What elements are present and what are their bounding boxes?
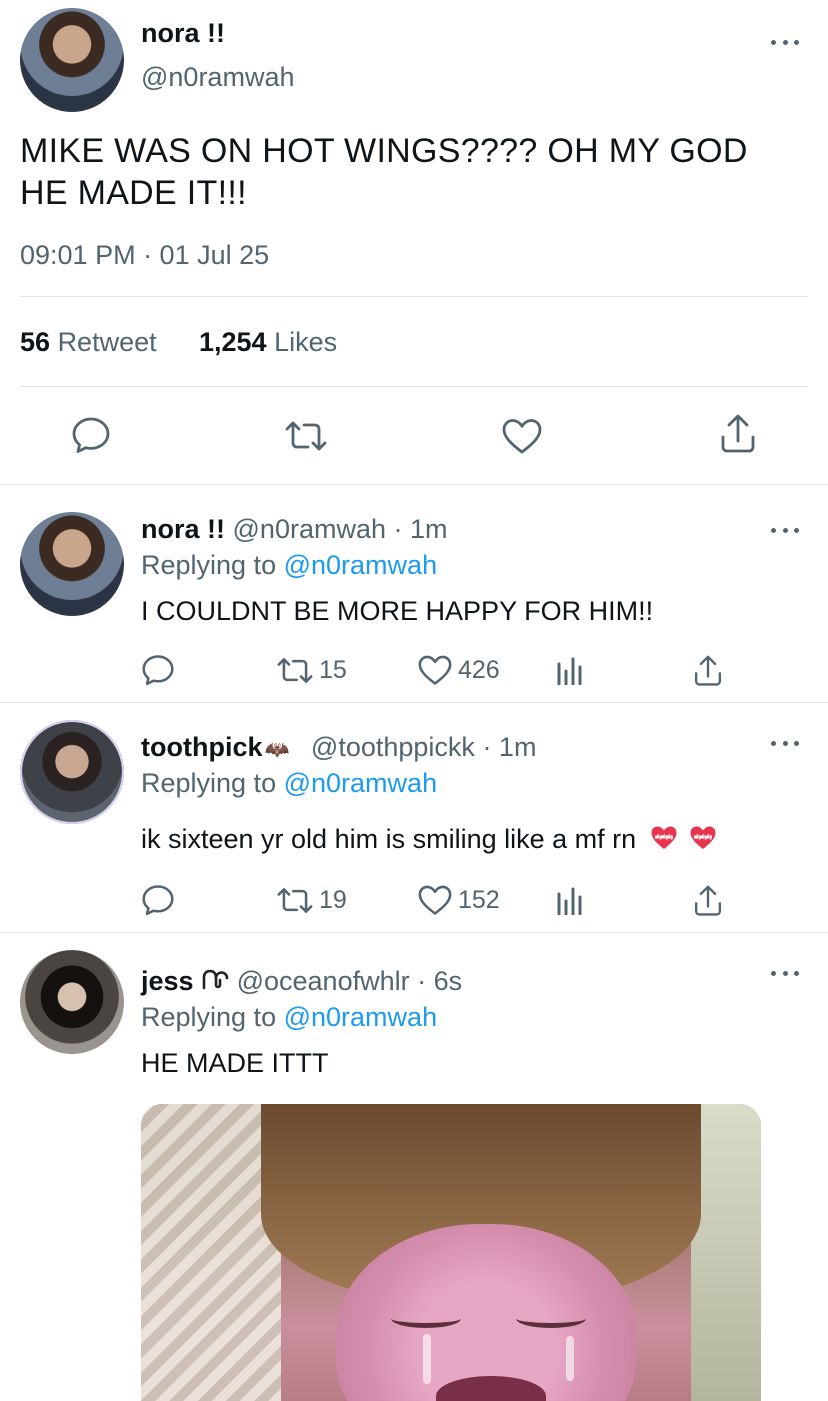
reply-text: HE MADE ITTT	[141, 1048, 329, 1078]
reply-header: nora !! @n0ramwah · 1m	[141, 514, 448, 545]
retweet-icon[interactable]	[276, 656, 314, 685]
analytics-icon[interactable]	[557, 885, 583, 915]
tweet-text-line: MIKE WAS ON HOT WINGS???? OH MY GOD	[20, 132, 748, 170]
share-icon[interactable]	[693, 654, 723, 688]
retweet-count: 56	[20, 327, 51, 357]
reply-time[interactable]: · 1m	[482, 732, 536, 762]
handle[interactable]: @n0ramwah	[141, 62, 294, 93]
retweet-icon[interactable]	[284, 419, 328, 453]
more-options-icon[interactable]	[771, 738, 799, 748]
more-options-icon[interactable]	[771, 968, 799, 978]
replying-to-link[interactable]: @n0ramwah	[284, 768, 437, 798]
eye-right	[516, 1309, 586, 1328]
reply-text: I COULDNT BE MORE HAPPY FOR HIM!!	[141, 596, 654, 626]
share-icon[interactable]	[719, 413, 757, 455]
avatar[interactable]	[20, 950, 124, 1054]
like-icon[interactable]	[417, 884, 453, 916]
replying-to-link[interactable]: @n0ramwah	[284, 550, 437, 580]
avatar[interactable]	[20, 8, 124, 112]
replying-prefix: Replying to	[141, 550, 277, 580]
mending-heart-emoji-icon	[650, 825, 678, 858]
reply-time[interactable]: · 6s	[417, 966, 462, 996]
reply-icon[interactable]	[71, 416, 111, 454]
reply-text: ik sixteen yr old him is smiling like a …	[141, 824, 637, 854]
divider	[0, 484, 828, 485]
bat-emoji-icon: 🦇	[264, 739, 290, 761]
display-name[interactable]: toothpick	[141, 732, 263, 762]
attached-photo[interactable]	[141, 1104, 761, 1401]
more-options-icon[interactable]	[771, 525, 799, 535]
divider	[0, 702, 828, 703]
like-count: 152	[458, 886, 500, 914]
retweet-count: 19	[319, 886, 347, 914]
mending-heart-emoji-icon	[689, 825, 717, 858]
replying-to: Replying to @n0ramwah	[141, 1002, 437, 1033]
retweet-icon[interactable]	[276, 886, 314, 915]
divider	[20, 296, 808, 297]
replying-prefix: Replying to	[141, 768, 277, 798]
more-options-icon[interactable]	[771, 37, 799, 47]
reply-header: jess @oceanofwhlr · 6s	[141, 966, 462, 999]
share-icon[interactable]	[693, 884, 723, 918]
replying-prefix: Replying to	[141, 1002, 277, 1032]
reply-text-row: ik sixteen yr old him is smiling like a …	[141, 824, 717, 858]
handle[interactable]: @oceanofwhlr	[237, 966, 410, 996]
eye-left	[391, 1309, 461, 1328]
reply-time[interactable]: · 1m	[394, 514, 448, 544]
avatar[interactable]	[20, 720, 124, 824]
handle[interactable]: @n0ramwah	[233, 514, 386, 544]
like-icon[interactable]	[417, 654, 453, 686]
window-light	[141, 1104, 281, 1401]
handle[interactable]: @toothppickk	[311, 732, 475, 762]
tear	[423, 1334, 431, 1384]
retweet-stats[interactable]: 56 Retweet	[20, 327, 157, 358]
like-count: 1,254	[199, 327, 267, 357]
like-icon[interactable]	[501, 417, 543, 455]
tear	[566, 1336, 574, 1381]
right-background	[691, 1104, 761, 1401]
display-name[interactable]: nora !!	[141, 18, 225, 49]
like-label: Likes	[274, 327, 338, 357]
avatar[interactable]	[20, 512, 124, 616]
tweet-text: MIKE WAS ON HOT WINGS???? OH MY GOD HE M…	[20, 130, 748, 214]
swirl-emoji-icon	[201, 968, 229, 999]
reply-header: toothpick 🦇 @toothppickk · 1m	[141, 732, 536, 763]
reply-icon[interactable]	[141, 884, 175, 916]
replying-to: Replying to @n0ramwah	[141, 768, 437, 799]
like-count: 426	[458, 656, 500, 684]
divider	[0, 932, 828, 933]
replying-to-link[interactable]: @n0ramwah	[284, 1002, 437, 1032]
reply-icon[interactable]	[141, 654, 175, 686]
timestamp[interactable]: 09:01 PM · 01 Jul 25	[20, 240, 269, 271]
like-stats[interactable]: 1,254 Likes	[199, 327, 337, 358]
replying-to: Replying to @n0ramwah	[141, 550, 437, 581]
tweet-text-line: HE MADE IT!!!	[20, 174, 247, 212]
analytics-icon[interactable]	[557, 655, 583, 685]
retweet-label: Retweet	[57, 327, 157, 357]
display-name[interactable]: nora !!	[141, 514, 225, 544]
retweet-count: 15	[319, 656, 347, 684]
display-name[interactable]: jess	[141, 966, 194, 996]
divider	[20, 386, 808, 387]
